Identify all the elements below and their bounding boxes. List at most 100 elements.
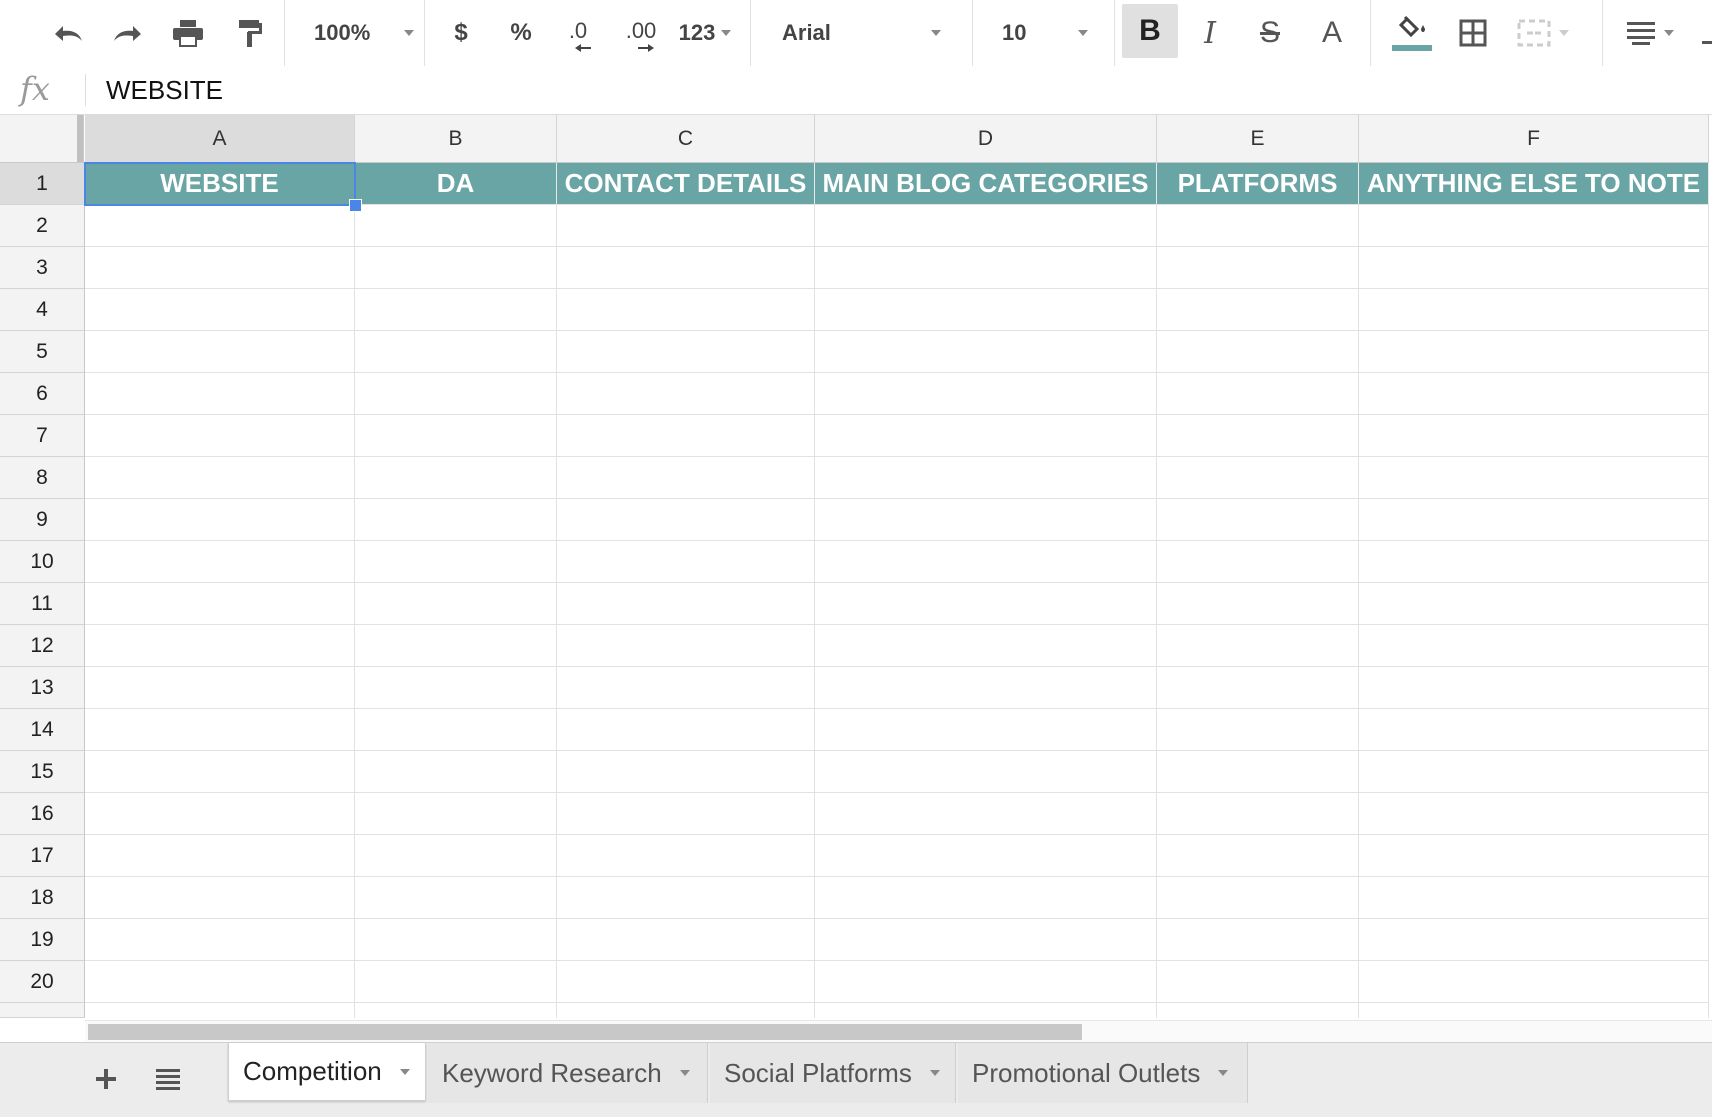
- row-header-9[interactable]: 9: [0, 499, 85, 541]
- cell-e9[interactable]: [1157, 499, 1359, 541]
- cell-c19[interactable]: [557, 919, 815, 961]
- cell-d7[interactable]: [815, 415, 1157, 457]
- more-formats-button[interactable]: 123: [674, 0, 736, 66]
- row-header-1[interactable]: 1: [0, 163, 85, 205]
- row-header-19[interactable]: 19: [0, 919, 85, 961]
- cell-b9[interactable]: [355, 499, 557, 541]
- cell-e8[interactable]: [1157, 457, 1359, 499]
- cell-b15[interactable]: [355, 751, 557, 793]
- cell-a15[interactable]: [85, 751, 355, 793]
- cell-b5[interactable]: [355, 331, 557, 373]
- cell-a14[interactable]: [85, 709, 355, 751]
- cell-b19[interactable]: [355, 919, 557, 961]
- cell-a2[interactable]: [85, 205, 355, 247]
- cell-c8[interactable]: [557, 457, 815, 499]
- cell-a5[interactable]: [85, 331, 355, 373]
- cell-b1[interactable]: DA: [355, 163, 557, 205]
- column-header-d[interactable]: D: [815, 115, 1157, 163]
- cell-d10[interactable]: [815, 541, 1157, 583]
- cell-b7[interactable]: [355, 415, 557, 457]
- font-select[interactable]: Arial: [762, 0, 952, 66]
- cell-e12[interactable]: [1157, 625, 1359, 667]
- cell-d19[interactable]: [815, 919, 1157, 961]
- sheet-tab-keyword-research[interactable]: Keyword Research: [428, 1043, 708, 1103]
- cell-d3[interactable]: [815, 247, 1157, 289]
- sheet-tab-promotional-outlets[interactable]: Promotional Outlets: [958, 1043, 1248, 1103]
- row-header-4[interactable]: 4: [0, 289, 85, 331]
- scrollbar-thumb[interactable]: [88, 1024, 1082, 1040]
- cell-d1[interactable]: MAIN BLOG CATEGORIES: [815, 163, 1157, 205]
- cell-b3[interactable]: [355, 247, 557, 289]
- cell-f12[interactable]: [1359, 625, 1709, 667]
- decrease-decimals-button[interactable]: .0: [556, 0, 600, 66]
- cell-b14[interactable]: [355, 709, 557, 751]
- horizontal-align-icon[interactable]: [1614, 0, 1686, 66]
- paint-format-icon[interactable]: [226, 0, 274, 66]
- cell-e18[interactable]: [1157, 877, 1359, 919]
- strikethrough-button[interactable]: S: [1244, 0, 1296, 66]
- cell-a9[interactable]: [85, 499, 355, 541]
- cell-b12[interactable]: [355, 625, 557, 667]
- cell-f13[interactable]: [1359, 667, 1709, 709]
- cell-c2[interactable]: [557, 205, 815, 247]
- cell-e20[interactable]: [1157, 961, 1359, 1003]
- row-header-3[interactable]: 3: [0, 247, 85, 289]
- cell-a7[interactable]: [85, 415, 355, 457]
- formula-input[interactable]: WEBSITE: [106, 74, 223, 106]
- cell-f20[interactable]: [1359, 961, 1709, 1003]
- cell-f14[interactable]: [1359, 709, 1709, 751]
- sheet-tab-competition[interactable]: Competition: [228, 1043, 426, 1101]
- cell-d14[interactable]: [815, 709, 1157, 751]
- cell-a18[interactable]: [85, 877, 355, 919]
- cell-f3[interactable]: [1359, 247, 1709, 289]
- cell-c14[interactable]: [557, 709, 815, 751]
- row-header-2[interactable]: 2: [0, 205, 85, 247]
- cell-d16[interactable]: [815, 793, 1157, 835]
- cell-c1[interactable]: CONTACT DETAILS: [557, 163, 815, 205]
- cell-c3[interactable]: [557, 247, 815, 289]
- cell-d9[interactable]: [815, 499, 1157, 541]
- cell-d12[interactable]: [815, 625, 1157, 667]
- cell-f7[interactable]: [1359, 415, 1709, 457]
- cell-c18[interactable]: [557, 877, 815, 919]
- row-header-7[interactable]: 7: [0, 415, 85, 457]
- cell-f15[interactable]: [1359, 751, 1709, 793]
- cell-f1[interactable]: ANYTHING ELSE TO NOTE: [1359, 163, 1709, 205]
- cell-a16[interactable]: [85, 793, 355, 835]
- fill-color-button[interactable]: [1384, 0, 1440, 66]
- bold-button[interactable]: B: [1122, 4, 1178, 58]
- cell-b13[interactable]: [355, 667, 557, 709]
- cell-b4[interactable]: [355, 289, 557, 331]
- row-header-12[interactable]: 12: [0, 625, 85, 667]
- cell-d20[interactable]: [815, 961, 1157, 1003]
- horizontal-scrollbar[interactable]: [85, 1020, 1712, 1043]
- cell-a12[interactable]: [85, 625, 355, 667]
- sheet-tab-social-platforms[interactable]: Social Platforms: [710, 1043, 956, 1103]
- row-header-16[interactable]: 16: [0, 793, 85, 835]
- zoom-select[interactable]: 100%: [296, 0, 416, 66]
- cell-f8[interactable]: [1359, 457, 1709, 499]
- cell-d15[interactable]: [815, 751, 1157, 793]
- cell-e17[interactable]: [1157, 835, 1359, 877]
- cell-d17[interactable]: [815, 835, 1157, 877]
- cell-b8[interactable]: [355, 457, 557, 499]
- row-header-11[interactable]: 11: [0, 583, 85, 625]
- cell-a3[interactable]: [85, 247, 355, 289]
- cell-c13[interactable]: [557, 667, 815, 709]
- cell-e5[interactable]: [1157, 331, 1359, 373]
- redo-icon[interactable]: [104, 0, 152, 66]
- cell-e19[interactable]: [1157, 919, 1359, 961]
- row-header-13[interactable]: 13: [0, 667, 85, 709]
- cell-d8[interactable]: [815, 457, 1157, 499]
- cell-c10[interactable]: [557, 541, 815, 583]
- cell-b20[interactable]: [355, 961, 557, 1003]
- cell-c12[interactable]: [557, 625, 815, 667]
- cell-d18[interactable]: [815, 877, 1157, 919]
- cell-a20[interactable]: [85, 961, 355, 1003]
- cell-e13[interactable]: [1157, 667, 1359, 709]
- cell-c17[interactable]: [557, 835, 815, 877]
- fill-handle[interactable]: [349, 199, 362, 212]
- increase-decimals-button[interactable]: .00: [616, 0, 666, 66]
- column-header-b[interactable]: B: [355, 115, 557, 163]
- cell-a1[interactable]: WEBSITE: [85, 163, 355, 205]
